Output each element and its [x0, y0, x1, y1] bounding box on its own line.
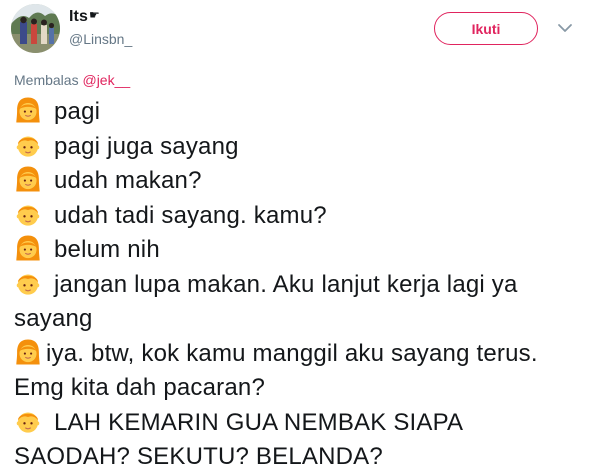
boy-emoji-icon [16, 411, 40, 433]
tweet-line-text: udah tadi sayang. kamu? [54, 201, 327, 229]
tweet-text: pagi pagi juga sayang udah makan? udah t… [14, 95, 582, 475]
tweet-line-text: iya. btw, kok kamu manggil aku sayang te… [14, 339, 538, 402]
boy-emoji-icon [16, 204, 40, 226]
avatar-photo [11, 4, 60, 53]
girl-emoji-icon [16, 166, 40, 192]
tweet-line-text: jangan lupa makan. Aku lanjut kerja lagi… [14, 270, 518, 333]
girl-emoji-icon [16, 235, 40, 261]
user-handle[interactable]: @Linsbn_ [69, 31, 132, 47]
tweet-line-text: udah makan? [54, 167, 202, 194]
tweet-line: belum nih [14, 233, 582, 268]
tweet-line-text: pagi [54, 98, 101, 125]
tweet-line-text: LAH KEMARIN GUA NEMBAK SIAPA SAODAH? SEK… [14, 408, 462, 471]
boy-emoji-icon [16, 273, 40, 295]
avatar[interactable] [11, 4, 60, 53]
tweet-line: pagi juga sayang [14, 130, 582, 165]
tweet-line: iya. btw, kok kamu manggil aku sayang te… [14, 337, 582, 406]
follow-button[interactable]: Ikuti [434, 12, 538, 45]
girl-emoji-icon [16, 97, 40, 123]
tweet-line: udah makan? [14, 164, 582, 199]
tweet-line-text: pagi juga sayang [54, 132, 239, 160]
boy-emoji-icon [16, 135, 40, 157]
reply-prefix: Membalas [14, 72, 79, 88]
display-name-text: Its [69, 8, 88, 25]
tweet-line-text: belum nih [54, 236, 160, 263]
girl-emoji-icon [16, 339, 40, 364]
reply-mention-link[interactable]: @jek__ [82, 72, 130, 88]
chevron-down-icon[interactable] [557, 22, 573, 34]
reply-context: Membalas @jek__ [14, 72, 130, 88]
display-name[interactable]: Its☛ [69, 8, 100, 26]
tweet-line: udah tadi sayang. kamu? [14, 199, 582, 234]
tweet-line: LAH KEMARIN GUA NEMBAK SIAPA SAODAH? SEK… [14, 406, 582, 475]
tweet-line: jangan lupa makan. Aku lanjut kerja lagi… [14, 268, 582, 337]
pointing-hand-icon: ☛ [88, 8, 100, 22]
tweet-line: pagi [14, 95, 582, 130]
